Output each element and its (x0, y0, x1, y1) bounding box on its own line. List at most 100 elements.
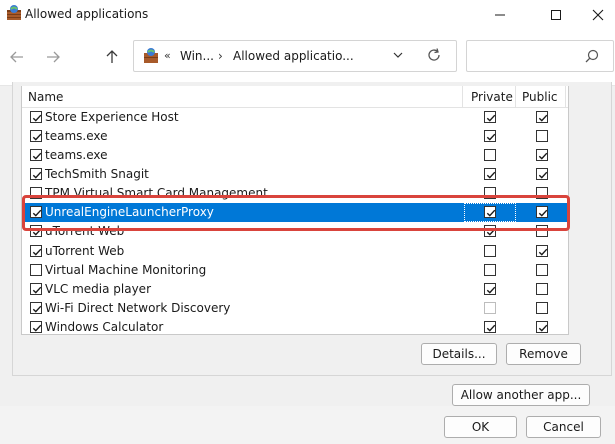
list-item[interactable]: Wi-Fi Direct Network Discovery (22, 299, 568, 318)
close-button[interactable] (575, 0, 615, 30)
enable-checkbox[interactable] (30, 130, 42, 142)
enable-checkbox[interactable] (30, 283, 42, 295)
list-item[interactable]: Store Experience Host (22, 108, 568, 127)
public-checkbox[interactable] (536, 264, 548, 276)
dialog-button-bar (0, 406, 615, 444)
enable-checkbox[interactable] (30, 225, 42, 237)
enable-checkbox[interactable] (30, 321, 42, 333)
list-item[interactable]: uTorrent Web (22, 242, 568, 261)
checkbox-empty-icon (536, 302, 548, 314)
column-header-public[interactable]: Public (522, 90, 558, 104)
private-checkbox[interactable] (484, 225, 496, 237)
enable-checkbox[interactable] (30, 149, 42, 161)
checkbox-empty-icon (484, 149, 496, 161)
public-checkbox[interactable] (536, 283, 548, 295)
private-checkbox[interactable] (484, 187, 496, 199)
breadcrumb-segment-windows[interactable]: Win... (180, 49, 214, 63)
list-item[interactable]: uTorrent Web (22, 222, 568, 241)
list-item[interactable]: TPM Virtual Smart Card Management (22, 184, 568, 203)
allow-another-app-button[interactable]: Allow another app... (452, 384, 590, 406)
app-name: TPM Virtual Smart Card Management (45, 186, 268, 200)
enable-checkbox[interactable] (30, 245, 42, 257)
cancel-button[interactable]: Cancel (526, 416, 601, 438)
remove-button[interactable]: Remove (506, 343, 581, 365)
app-name: teams.exe (45, 129, 108, 143)
breadcrumb-separator: › (218, 49, 223, 63)
list-item[interactable]: teams.exe (22, 146, 568, 165)
public-checkbox[interactable] (536, 245, 548, 257)
enable-checkbox[interactable] (30, 302, 42, 314)
column-header-private[interactable]: Private (471, 90, 513, 104)
address-dropdown-button[interactable] (392, 49, 404, 64)
private-checkbox[interactable] (484, 168, 496, 180)
refresh-icon (428, 48, 440, 61)
checkbox-checked-icon (30, 149, 42, 161)
public-checkbox[interactable] (536, 225, 548, 237)
checkbox-checked-icon (30, 111, 42, 123)
private-checkbox[interactable] (484, 111, 496, 123)
firewall-app-icon (5, 4, 23, 22)
enable-checkbox[interactable] (30, 187, 42, 199)
private-checkbox[interactable] (484, 149, 496, 161)
minimize-button[interactable] (477, 0, 523, 30)
checkbox-empty-icon (484, 302, 496, 314)
public-checkbox[interactable] (536, 206, 548, 218)
list-item[interactable]: Virtual Machine Monitoring (22, 261, 568, 280)
public-checkbox[interactable] (536, 130, 548, 142)
list-header: Name Private Public (22, 86, 568, 108)
enable-checkbox[interactable] (30, 168, 42, 180)
private-checkbox (484, 302, 496, 314)
checkbox-checked-icon (30, 302, 42, 314)
maximize-button[interactable] (533, 0, 579, 30)
enable-checkbox[interactable] (30, 264, 42, 276)
column-divider[interactable] (565, 86, 566, 108)
breadcrumb-segment-allowed-applications[interactable]: Allowed applicatio... (233, 49, 354, 63)
public-checkbox[interactable] (536, 302, 548, 314)
allowed-apps-list[interactable]: Name Private Public Store Experience Hos… (21, 86, 569, 335)
private-checkbox[interactable] (484, 245, 496, 257)
window-title: Allowed applications (25, 7, 149, 21)
enable-checkbox[interactable] (30, 111, 42, 123)
list-item-selected[interactable]: UnrealEngineLauncherProxy (22, 203, 568, 222)
details-button[interactable]: Details... (421, 343, 497, 365)
public-checkbox[interactable] (536, 321, 548, 333)
forward-button[interactable] (40, 44, 66, 70)
private-checkbox[interactable] (484, 283, 496, 295)
search-input[interactable] (466, 40, 614, 72)
list-item[interactable]: teams.exe (22, 127, 568, 146)
public-checkbox[interactable] (536, 111, 548, 123)
public-checkbox[interactable] (536, 149, 548, 161)
app-name: TechSmith Snagit (45, 167, 149, 181)
column-divider[interactable] (462, 86, 463, 108)
private-checkbox[interactable] (484, 130, 496, 142)
list-item[interactable]: Windows Calculator (22, 318, 568, 334)
private-checkbox[interactable] (484, 321, 496, 333)
column-divider[interactable] (515, 86, 516, 108)
checkbox-checked-icon (30, 168, 42, 180)
address-bar[interactable]: « Win... › Allowed applicatio... (133, 40, 457, 72)
checkbox-checked-icon (484, 321, 496, 333)
checkbox-checked-icon (536, 149, 548, 161)
checkbox-checked-icon (484, 225, 496, 237)
public-checkbox[interactable] (536, 168, 548, 180)
private-checkbox[interactable] (484, 264, 496, 276)
checkbox-checked-icon (484, 283, 496, 295)
focus-rectangle (464, 203, 516, 222)
checkbox-checked-icon (484, 168, 496, 180)
public-checkbox[interactable] (536, 187, 548, 199)
refresh-button[interactable] (426, 47, 442, 66)
back-button[interactable] (4, 44, 30, 70)
app-name: uTorrent Web (45, 244, 125, 258)
up-button[interactable] (99, 44, 125, 70)
enable-checkbox[interactable] (30, 206, 42, 218)
checkbox-empty-icon (536, 130, 548, 142)
checkbox-empty-icon (484, 245, 496, 257)
ok-button[interactable]: OK (444, 416, 517, 438)
checkbox-empty-icon (536, 283, 548, 295)
navigation-bar: « Win... › Allowed applicatio... (0, 30, 615, 86)
app-name: Store Experience Host (45, 110, 179, 124)
list-item[interactable]: TechSmith Snagit (22, 165, 568, 184)
hidden-path-chevron[interactable]: « (164, 49, 171, 62)
list-item[interactable]: VLC media player (22, 280, 568, 299)
column-header-name[interactable]: Name (28, 90, 63, 104)
